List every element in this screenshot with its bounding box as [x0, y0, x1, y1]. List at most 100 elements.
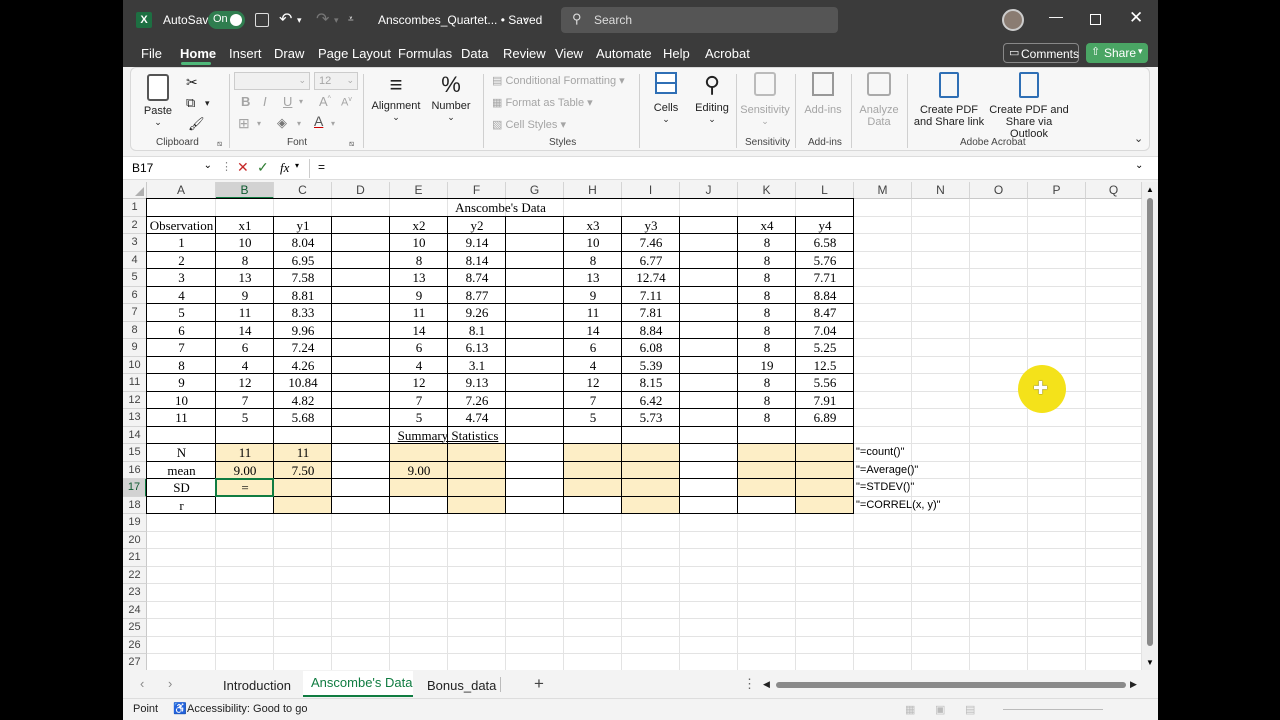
- stat-formula-note[interactable]: "=count()": [856, 446, 904, 458]
- data-cell[interactable]: 8: [738, 375, 796, 393]
- column-header-m[interactable]: M: [854, 182, 912, 199]
- stat-formula-note[interactable]: "=CORREL(x, y)": [856, 499, 941, 511]
- search-box[interactable]: ⚲ Search: [561, 7, 838, 33]
- data-cell[interactable]: 7: [564, 393, 622, 411]
- data-cell[interactable]: 7.11: [622, 288, 680, 306]
- data-cell[interactable]: 9: [390, 288, 448, 306]
- undo-dropdown-icon[interactable]: ▾: [297, 15, 302, 26]
- stat-x2[interactable]: 9.00: [390, 463, 448, 481]
- row-header-22[interactable]: 22: [123, 566, 147, 584]
- data-cell[interactable]: 13: [564, 270, 622, 288]
- header-cell[interactable]: y1: [274, 218, 332, 236]
- editing-button[interactable]: ⚲ Editing ⌄: [691, 72, 733, 125]
- avatar[interactable]: [1002, 9, 1024, 31]
- menu-data[interactable]: Data: [461, 46, 488, 61]
- enter-entry-icon[interactable]: ✓: [257, 159, 269, 176]
- data-cell[interactable]: 5.76: [796, 253, 854, 271]
- stat-x2[interactable]: [390, 480, 448, 498]
- redo-icon[interactable]: ↷: [316, 9, 329, 29]
- data-cell[interactable]: 12: [564, 375, 622, 393]
- copy-chevron-icon[interactable]: ▾: [205, 98, 210, 109]
- menu-acrobat[interactable]: Acrobat: [705, 46, 750, 61]
- file-name[interactable]: Anscombes_Quartet... • Saved: [378, 13, 542, 27]
- conditional-formatting-button[interactable]: ▤ Conditional Formatting ▾: [492, 74, 625, 87]
- header-cell[interactable]: x2: [390, 218, 448, 236]
- data-cell[interactable]: 7.58: [274, 270, 332, 288]
- stat-label[interactable]: SD: [147, 480, 216, 498]
- data-cell[interactable]: 2: [147, 253, 216, 271]
- data-cell[interactable]: 9: [216, 288, 274, 306]
- row-header-6[interactable]: 6: [123, 286, 147, 304]
- row-header-10[interactable]: 10: [123, 356, 147, 374]
- data-cell[interactable]: 8.74: [448, 270, 506, 288]
- data-cell[interactable]: 14: [216, 323, 274, 341]
- data-cell[interactable]: 4: [147, 288, 216, 306]
- data-cell[interactable]: 8: [738, 340, 796, 358]
- decrease-font-icon[interactable]: Av: [341, 96, 352, 109]
- stat-y1[interactable]: 11: [274, 445, 332, 463]
- row-header-17[interactable]: 17: [123, 479, 147, 497]
- close-icon[interactable]: ✕: [1129, 8, 1143, 28]
- data-cell[interactable]: 5.56: [796, 375, 854, 393]
- tab-scroll-right-icon[interactable]: ›: [168, 676, 172, 691]
- header-cell[interactable]: y3: [622, 218, 680, 236]
- menu-home[interactable]: Home: [180, 46, 216, 61]
- menu-insert[interactable]: Insert: [229, 46, 262, 61]
- header-cell[interactable]: y2: [448, 218, 506, 236]
- select-all-corner[interactable]: [123, 182, 147, 199]
- stat-y1[interactable]: [274, 480, 332, 498]
- number-button[interactable]: % Number ⌄: [427, 72, 475, 123]
- data-cell[interactable]: 5: [147, 305, 216, 323]
- data-cell[interactable]: 12.74: [622, 270, 680, 288]
- data-cell[interactable]: 10.84: [274, 375, 332, 393]
- row-header-23[interactable]: 23: [123, 584, 147, 602]
- page-break-view-icon[interactable]: ▤: [965, 703, 975, 716]
- row-header-16[interactable]: 16: [123, 461, 147, 479]
- analyze-data-button[interactable]: Analyze Data: [857, 72, 901, 128]
- sensitivity-button[interactable]: Sensitivity ⌄: [739, 72, 791, 127]
- data-cell[interactable]: 8.47: [796, 305, 854, 323]
- header-cell[interactable]: Observation: [147, 218, 216, 236]
- data-cell[interactable]: 4.74: [448, 410, 506, 428]
- data-cell[interactable]: 7: [147, 340, 216, 358]
- normal-view-icon[interactable]: ▦: [905, 703, 915, 716]
- spreadsheet-grid[interactable]: A B C D E F G H I J K L M N O P Q 1 2 3 4 5 6 7 8 9 10 11 12 13 14 15 16…: [123, 182, 1158, 670]
- header-cell[interactable]: x4: [738, 218, 796, 236]
- row-header-5[interactable]: 5: [123, 269, 147, 287]
- clipboard-launcher-icon[interactable]: ⧅: [217, 139, 222, 149]
- header-cell[interactable]: x3: [564, 218, 622, 236]
- column-header-i[interactable]: I: [622, 182, 680, 199]
- stat-label[interactable]: r: [147, 498, 216, 516]
- data-cell[interactable]: 19: [738, 358, 796, 376]
- data-cell[interactable]: 6: [147, 323, 216, 341]
- save-icon[interactable]: [255, 13, 269, 27]
- column-header-a[interactable]: A: [147, 182, 216, 199]
- data-cell[interactable]: 9.14: [448, 235, 506, 253]
- row-header-11[interactable]: 11: [123, 374, 147, 392]
- summary-title[interactable]: Summary Statistics: [390, 428, 506, 444]
- minimize-icon[interactable]: —: [1049, 8, 1063, 24]
- data-cell[interactable]: 4.82: [274, 393, 332, 411]
- menu-view[interactable]: View: [555, 46, 583, 61]
- column-header-e[interactable]: E: [390, 182, 448, 199]
- data-cell[interactable]: 11: [216, 305, 274, 323]
- data-cell[interactable]: 8.81: [274, 288, 332, 306]
- data-cell[interactable]: 8: [738, 305, 796, 323]
- data-cell[interactable]: 6.13: [448, 340, 506, 358]
- new-sheet-icon[interactable]: +: [534, 674, 544, 694]
- stat-formula-note[interactable]: "=STDEV()": [856, 481, 914, 493]
- data-cell[interactable]: 4.26: [274, 358, 332, 376]
- data-cell[interactable]: 5: [390, 410, 448, 428]
- data-cell[interactable]: 4: [216, 358, 274, 376]
- create-pdf-share-link-button[interactable]: Create PDF and Share link: [913, 72, 985, 128]
- data-cell[interactable]: 12: [216, 375, 274, 393]
- column-header-j[interactable]: J: [680, 182, 738, 199]
- insert-function-icon[interactable]: fx: [280, 160, 289, 176]
- header-cell[interactable]: y4: [796, 218, 854, 236]
- increase-font-icon[interactable]: A^: [319, 94, 331, 109]
- data-cell[interactable]: 8: [738, 253, 796, 271]
- data-cell[interactable]: 8: [738, 235, 796, 253]
- data-cell[interactable]: 8: [738, 288, 796, 306]
- data-cell[interactable]: 6.89: [796, 410, 854, 428]
- active-cell-b17[interactable]: [215, 478, 274, 497]
